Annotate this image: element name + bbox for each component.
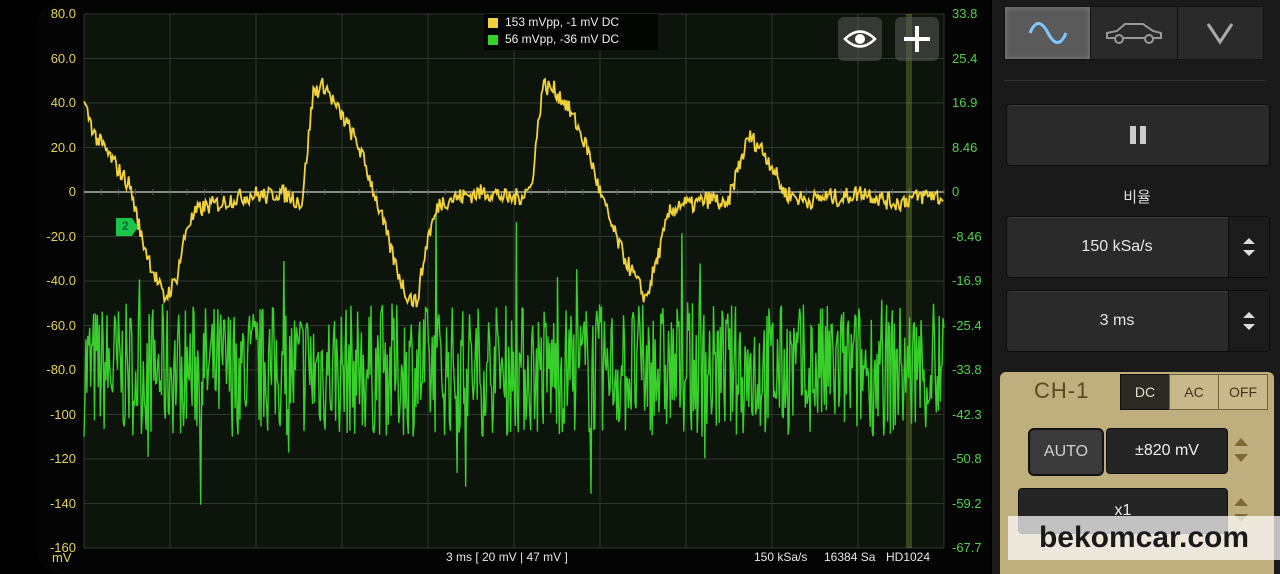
legend-ch1: 153 mVpp, -1 mV DC bbox=[484, 14, 658, 31]
samplerate-readout: 150 kSa/s bbox=[754, 550, 808, 564]
ratio-label: 비율 bbox=[1123, 189, 1151, 206]
waveform-plot bbox=[83, 13, 945, 549]
channel-title: CH-1 bbox=[1034, 378, 1090, 403]
auto-range-button[interactable]: AUTO bbox=[1028, 428, 1104, 476]
y-tick-left: 0 bbox=[68, 184, 76, 199]
measurement-legend: 153 mVpp, -1 mV DC 56 mVpp, -36 mV DC bbox=[484, 14, 658, 50]
y-tick-left: -20.0 bbox=[46, 228, 76, 244]
y-tick-right: -42.3 bbox=[952, 406, 982, 422]
pause-button[interactable] bbox=[1006, 104, 1270, 166]
mode-tabs bbox=[1004, 6, 1264, 60]
scope-wave-icon bbox=[1028, 22, 1068, 44]
samples-readout: 16384 Sa bbox=[824, 550, 876, 564]
scope-display[interactable]: 80.0 60.0 40.0 20.0 0 -20.0 -40.0 -60.0 -80.0 -10… bbox=[36, 0, 990, 574]
y-tick-left: 40.0 bbox=[50, 95, 76, 110]
y-tick-right: 33.8 bbox=[952, 6, 978, 21]
y-tick-right: -8.46 bbox=[952, 228, 982, 244]
ch2-marker-label: 2 bbox=[122, 219, 129, 233]
watermark: bekomcar.com bbox=[1008, 516, 1280, 560]
y-tick-right: 8.46 bbox=[952, 139, 978, 155]
timebase-readout: 3 ms [ 20 mV | 47 mV ] bbox=[446, 550, 568, 564]
tab-scope[interactable] bbox=[1005, 7, 1092, 59]
range-updown-icon[interactable] bbox=[1230, 428, 1252, 472]
y-tick-right: -16.9 bbox=[952, 273, 982, 288]
y-tick-right: 0 bbox=[952, 184, 960, 199]
y-tick-left: 80.0 bbox=[50, 6, 76, 21]
y-tick-right: -59.2 bbox=[952, 495, 982, 511]
y-tick-right: 16.9 bbox=[952, 95, 978, 110]
control-panel: 비율 150 kSa/s 3 ms CH-1 DC AC OFF AUTO ±8… bbox=[992, 0, 1280, 574]
pause-icon bbox=[1130, 126, 1146, 144]
timebase-value: 3 ms bbox=[1099, 312, 1135, 329]
hd-readout: HD1024 bbox=[886, 550, 931, 564]
voltage-range[interactable]: ±820 mV bbox=[1106, 428, 1228, 474]
add-button[interactable] bbox=[895, 17, 939, 61]
y-tick-left: -140 bbox=[49, 495, 76, 511]
y-tick-left: -60.0 bbox=[46, 317, 76, 333]
ch2-swatch bbox=[488, 34, 498, 45]
y-tick-right: -50.8 bbox=[952, 451, 982, 466]
y-tick-left: -120 bbox=[49, 451, 76, 466]
status-bar: mV 3 ms [ 20 mV | 47 mV ] 150 kSa/s 1638… bbox=[36, 548, 990, 568]
unit-label: mV bbox=[52, 550, 72, 565]
plus-icon bbox=[904, 26, 930, 52]
coupling-dc[interactable]: DC bbox=[1120, 374, 1170, 410]
coupling-off[interactable]: OFF bbox=[1218, 374, 1268, 410]
tab-vehicle[interactable] bbox=[1091, 7, 1178, 59]
eye-button[interactable] bbox=[838, 17, 882, 61]
samplerate-select[interactable]: 150 kSa/s bbox=[1006, 216, 1270, 278]
y-tick-left: -80.0 bbox=[46, 362, 76, 377]
y-tick-right: -33.8 bbox=[952, 362, 982, 377]
cursor-line[interactable] bbox=[906, 14, 912, 548]
y-tick-left: 20.0 bbox=[50, 139, 76, 155]
y-tick-left: 60.0 bbox=[50, 50, 76, 66]
samplerate-value: 150 kSa/s bbox=[1081, 238, 1153, 255]
updown-icon bbox=[1243, 312, 1255, 330]
updown-icon bbox=[1243, 238, 1255, 256]
samplerate-spinner[interactable] bbox=[1228, 217, 1269, 277]
car-icon bbox=[1105, 23, 1162, 44]
ch1-swatch bbox=[488, 17, 498, 28]
legend-ch2: 56 mVpp, -36 mV DC bbox=[484, 31, 658, 48]
divider bbox=[1004, 80, 1266, 81]
timebase-select[interactable]: 3 ms bbox=[1006, 290, 1270, 352]
legend-ch1-text: 153 mVpp, -1 mV DC bbox=[505, 15, 620, 29]
chevron-down-icon bbox=[1207, 23, 1234, 45]
eye-icon bbox=[843, 30, 877, 48]
tab-more[interactable] bbox=[1178, 7, 1263, 59]
y-tick-right: 25.4 bbox=[952, 50, 978, 66]
timebase-spinner[interactable] bbox=[1228, 291, 1269, 351]
y-tick-right: -25.4 bbox=[952, 317, 982, 333]
coupling-ac[interactable]: AC bbox=[1169, 374, 1219, 410]
legend-ch2-text: 56 mVpp, -36 mV DC bbox=[505, 32, 620, 46]
y-tick-left: -40.0 bbox=[46, 273, 76, 288]
y-tick-left: -100 bbox=[49, 406, 76, 422]
